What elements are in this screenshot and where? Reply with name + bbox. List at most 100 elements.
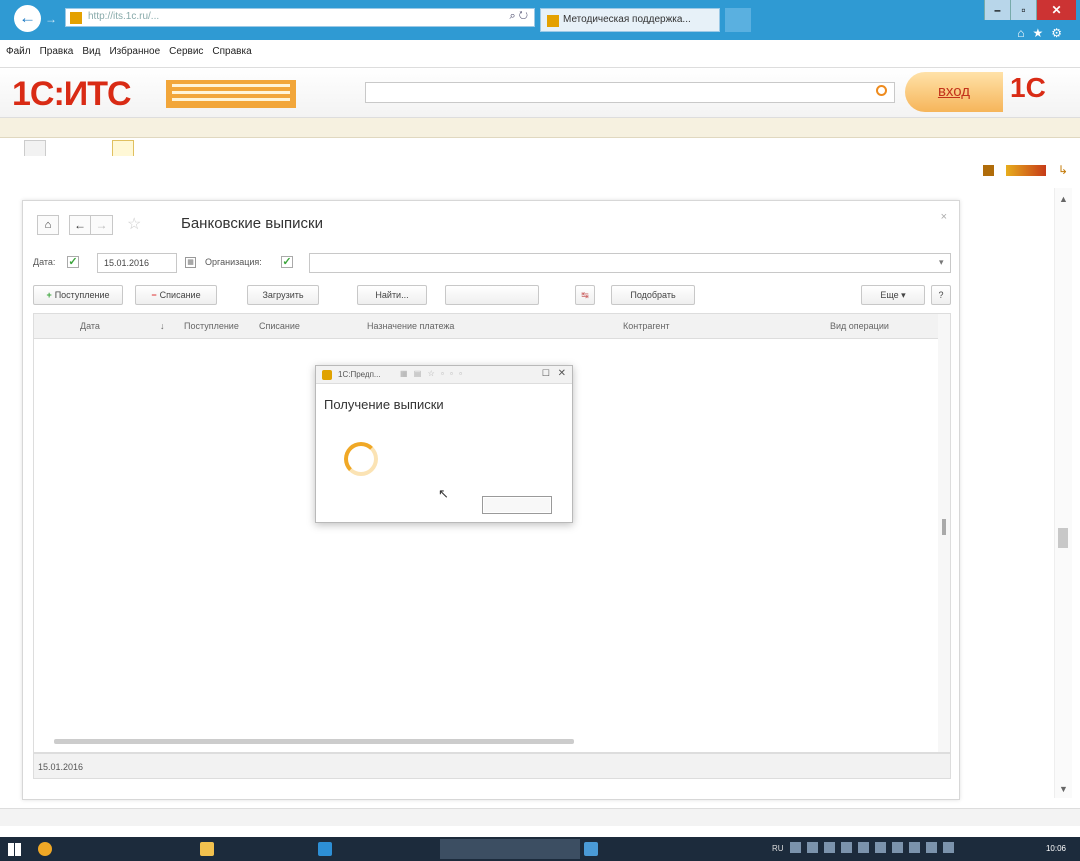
menu-tools[interactable]: Сервис: [169, 46, 203, 57]
col-counterparty[interactable]: Контрагент: [623, 321, 670, 331]
tray-icon[interactable]: [892, 842, 903, 853]
volume-icon[interactable]: [943, 842, 954, 853]
tray-icon[interactable]: [824, 842, 835, 853]
menu-view[interactable]: Вид: [82, 46, 100, 57]
nav-back-icon[interactable]: ←: [69, 215, 91, 235]
org-dropdown-icon[interactable]: ▾: [939, 257, 944, 268]
calendar-icon[interactable]: ▦: [185, 257, 196, 268]
help-button[interactable]: ?: [931, 285, 951, 305]
share-icon[interactable]: ↳: [1058, 163, 1068, 177]
tray-icon[interactable]: [807, 842, 818, 853]
filter-row: Дата: ✓ 15.01.2016 ▦ Организация: ✓ ▾: [33, 253, 951, 273]
col-receipt[interactable]: Поступление: [184, 321, 239, 331]
more-button[interactable]: Еще ▾: [861, 285, 925, 305]
dialog-titlebar: 1С:Предп... ▦ ▤ ☆ ▫ ▫ ▫ ☐ ✕: [316, 366, 572, 384]
close-icon[interactable]: ✕: [558, 368, 566, 379]
its-logo[interactable]: 1С:ИТС: [12, 75, 132, 114]
mouse-cursor-icon: ↖: [438, 486, 449, 501]
search-refresh-icon[interactable]: ⌕ ↻: [510, 10, 529, 23]
scroll-up-icon[interactable]: ▲: [1059, 194, 1068, 204]
site-favicon-icon: [70, 12, 82, 24]
tray-icon[interactable]: [926, 842, 937, 853]
address-text: http://its.1c.ru/...: [88, 11, 160, 22]
tab-contents[interactable]: [24, 140, 46, 156]
cancel-search-button[interactable]: [445, 285, 539, 305]
site-footer: [0, 808, 1080, 826]
system-tray[interactable]: [790, 842, 954, 853]
tray-icon[interactable]: [841, 842, 852, 853]
find-button[interactable]: Найти...: [357, 285, 427, 305]
tray-icon[interactable]: [790, 842, 801, 853]
tab-document[interactable]: [112, 140, 134, 156]
menu-favorites[interactable]: Избранное: [109, 46, 160, 57]
site-search-input[interactable]: [365, 82, 895, 103]
minimize-button[interactable]: –: [984, 0, 1010, 20]
tray-icon[interactable]: [909, 842, 920, 853]
active-window-taskbar-button[interactable]: [440, 839, 580, 859]
rating-icon[interactable]: [1005, 164, 1046, 176]
windows-taskbar: RU 10:06: [0, 837, 1080, 861]
tab-favicon-icon: [547, 15, 559, 27]
match-button[interactable]: Подобрать: [611, 285, 695, 305]
browser-tab[interactable]: Методическая поддержка...: [540, 8, 720, 32]
1c-taskbar-icon[interactable]: [38, 842, 52, 856]
menu-edit[interactable]: Правка: [40, 46, 74, 57]
1c-logo[interactable]: 1С: [1010, 72, 1070, 112]
menu-bar: Файл Правка Вид Избранное Сервис Справка: [0, 40, 1080, 68]
menu-file[interactable]: Файл: [6, 46, 31, 57]
form-title: Банковские выписки: [181, 215, 323, 232]
col-date[interactable]: Дата: [80, 321, 100, 331]
cancel-button[interactable]: [482, 496, 552, 514]
login-button[interactable]: вход: [905, 72, 1003, 112]
footer-date: 15.01.2016: [38, 762, 84, 772]
home-icon[interactable]: ⌂: [37, 215, 59, 235]
table-vscroll-thumb[interactable]: [942, 519, 946, 535]
app-taskbar-icon[interactable]: [584, 842, 598, 856]
forward-arrow-icon[interactable]: →: [45, 12, 59, 26]
new-tab-button[interactable]: [725, 8, 751, 32]
plus-icon: +: [46, 290, 52, 300]
organization-field[interactable]: [309, 253, 951, 273]
address-bar[interactable]: http://its.1c.ru/... ⌕ ↻: [65, 8, 535, 27]
table-header: Дата ↓ Поступление Списание Назначение п…: [34, 314, 940, 339]
page-scrollbar[interactable]: ▲ ▼: [1054, 188, 1072, 798]
scroll-thumb[interactable]: [1058, 528, 1068, 548]
maximize-icon[interactable]: ☐: [542, 368, 550, 379]
dialog-heading: Получение выписки: [324, 397, 444, 412]
nav-forward-icon[interactable]: →: [91, 215, 113, 235]
date-checkbox[interactable]: ✓: [67, 256, 79, 268]
its-logo-tagline: [166, 80, 296, 108]
windows-start-icon[interactable]: [8, 843, 21, 856]
col-purpose[interactable]: Назначение платежа: [367, 321, 454, 331]
sort-arrow-icon[interactable]: ↓: [160, 321, 165, 331]
explorer-taskbar-icon[interactable]: [200, 842, 214, 856]
load-button[interactable]: Загрузить: [247, 285, 319, 305]
ie-taskbar-icon[interactable]: [318, 842, 332, 856]
search-icon[interactable]: [876, 85, 887, 96]
print-icon[interactable]: [982, 164, 994, 176]
browser-tools-icons[interactable]: ⌂★⚙: [1017, 26, 1070, 40]
menu-help[interactable]: Справка: [212, 46, 251, 57]
maximize-button[interactable]: ▫: [1010, 0, 1036, 20]
dialog-tools-icons[interactable]: ▦ ▤ ☆ ▫ ▫ ▫: [400, 369, 464, 378]
tray-icon[interactable]: [858, 842, 869, 853]
doc-tabs: [0, 138, 1080, 158]
receipt-button[interactable]: + Поступление: [33, 285, 123, 305]
scroll-down-icon[interactable]: ▼: [1059, 784, 1068, 794]
clock[interactable]: 10:06: [1046, 844, 1066, 853]
date-field[interactable]: 15.01.2016: [97, 253, 177, 273]
table-vscroll[interactable]: [938, 314, 950, 752]
col-writeoff[interactable]: Списание: [259, 321, 300, 331]
writeoff-button[interactable]: − Списание: [135, 285, 217, 305]
language-indicator[interactable]: RU: [772, 844, 784, 853]
org-checkbox[interactable]: ✓: [281, 256, 293, 268]
close-button[interactable]: ✕: [1036, 0, 1076, 20]
table-hscroll[interactable]: [54, 739, 574, 744]
col-operation[interactable]: Вид операции: [830, 321, 889, 331]
back-arrow-icon[interactable]: ←: [14, 5, 41, 32]
match-docs-icon[interactable]: ↹: [575, 285, 595, 305]
tray-icon[interactable]: [875, 842, 886, 853]
favorite-star-icon[interactable]: ☆: [127, 214, 141, 234]
form-close-icon[interactable]: ×: [941, 211, 947, 223]
browser-titlebar: ← → http://its.1c.ru/... ⌕ ↻ Методическа…: [0, 0, 1080, 40]
